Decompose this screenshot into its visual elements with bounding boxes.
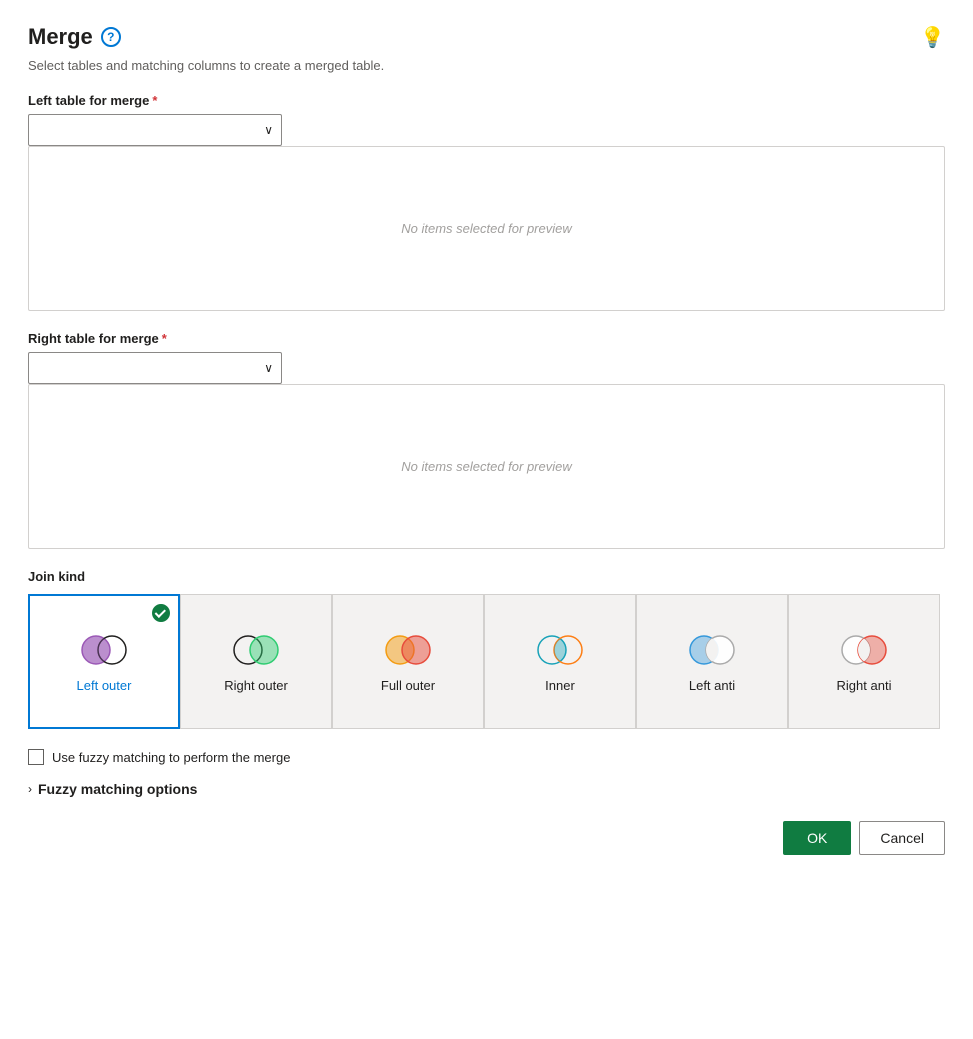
fuzzy-checkbox-label: Use fuzzy matching to perform the merge xyxy=(52,750,290,765)
left-table-dropdown[interactable]: ∨ xyxy=(28,114,282,146)
right-anti-venn-icon xyxy=(834,630,894,670)
left-outer-venn-icon xyxy=(74,630,134,670)
left-outer-label: Left outer xyxy=(77,678,132,693)
full-outer-venn-icon xyxy=(378,630,438,670)
fuzzy-checkbox[interactable] xyxy=(28,749,44,765)
left-table-chevron-icon: ∨ xyxy=(264,123,273,137)
right-table-dropdown[interactable]: ∨ xyxy=(28,352,282,384)
subtitle: Select tables and matching columns to cr… xyxy=(28,58,945,73)
left-table-label: Left table for merge* xyxy=(28,93,945,108)
selected-indicator xyxy=(152,604,170,622)
left-anti-venn-icon xyxy=(682,630,742,670)
join-option-left-anti[interactable]: Left anti xyxy=(636,594,788,729)
ok-button[interactable]: OK xyxy=(783,821,851,855)
full-outer-label: Full outer xyxy=(381,678,435,693)
right-anti-label: Right anti xyxy=(837,678,892,693)
join-option-left-outer[interactable]: Left outer xyxy=(28,594,180,729)
inner-venn-icon xyxy=(530,630,590,670)
left-table-preview: No items selected for preview xyxy=(28,146,945,311)
left-table-required: * xyxy=(152,93,157,108)
cancel-button[interactable]: Cancel xyxy=(859,821,945,855)
join-option-right-outer[interactable]: Right outer xyxy=(180,594,332,729)
fuzzy-options-row[interactable]: › Fuzzy matching options xyxy=(28,781,945,797)
fuzzy-options-label: Fuzzy matching options xyxy=(38,781,197,797)
right-outer-label: Right outer xyxy=(224,678,288,693)
right-outer-venn-icon xyxy=(226,630,286,670)
right-table-chevron-icon: ∨ xyxy=(264,361,273,375)
right-table-required: * xyxy=(162,331,167,346)
right-table-preview: No items selected for preview xyxy=(28,384,945,549)
left-anti-label: Left anti xyxy=(689,678,735,693)
join-option-right-anti[interactable]: Right anti xyxy=(788,594,940,729)
join-option-inner[interactable]: Inner xyxy=(484,594,636,729)
join-options-container: Left outer Right outer Full outer xyxy=(28,594,945,729)
chevron-right-icon: › xyxy=(28,782,32,796)
page-title: Merge xyxy=(28,24,93,50)
join-option-full-outer[interactable]: Full outer xyxy=(332,594,484,729)
help-icon[interactable]: ? xyxy=(101,27,121,47)
inner-label: Inner xyxy=(545,678,575,693)
lightbulb-icon[interactable]: 💡 xyxy=(920,25,945,50)
right-table-label: Right table for merge* xyxy=(28,331,945,346)
fuzzy-checkbox-row[interactable]: Use fuzzy matching to perform the merge xyxy=(28,749,945,765)
join-kind-label: Join kind xyxy=(28,569,945,584)
footer: OK Cancel xyxy=(28,821,945,855)
